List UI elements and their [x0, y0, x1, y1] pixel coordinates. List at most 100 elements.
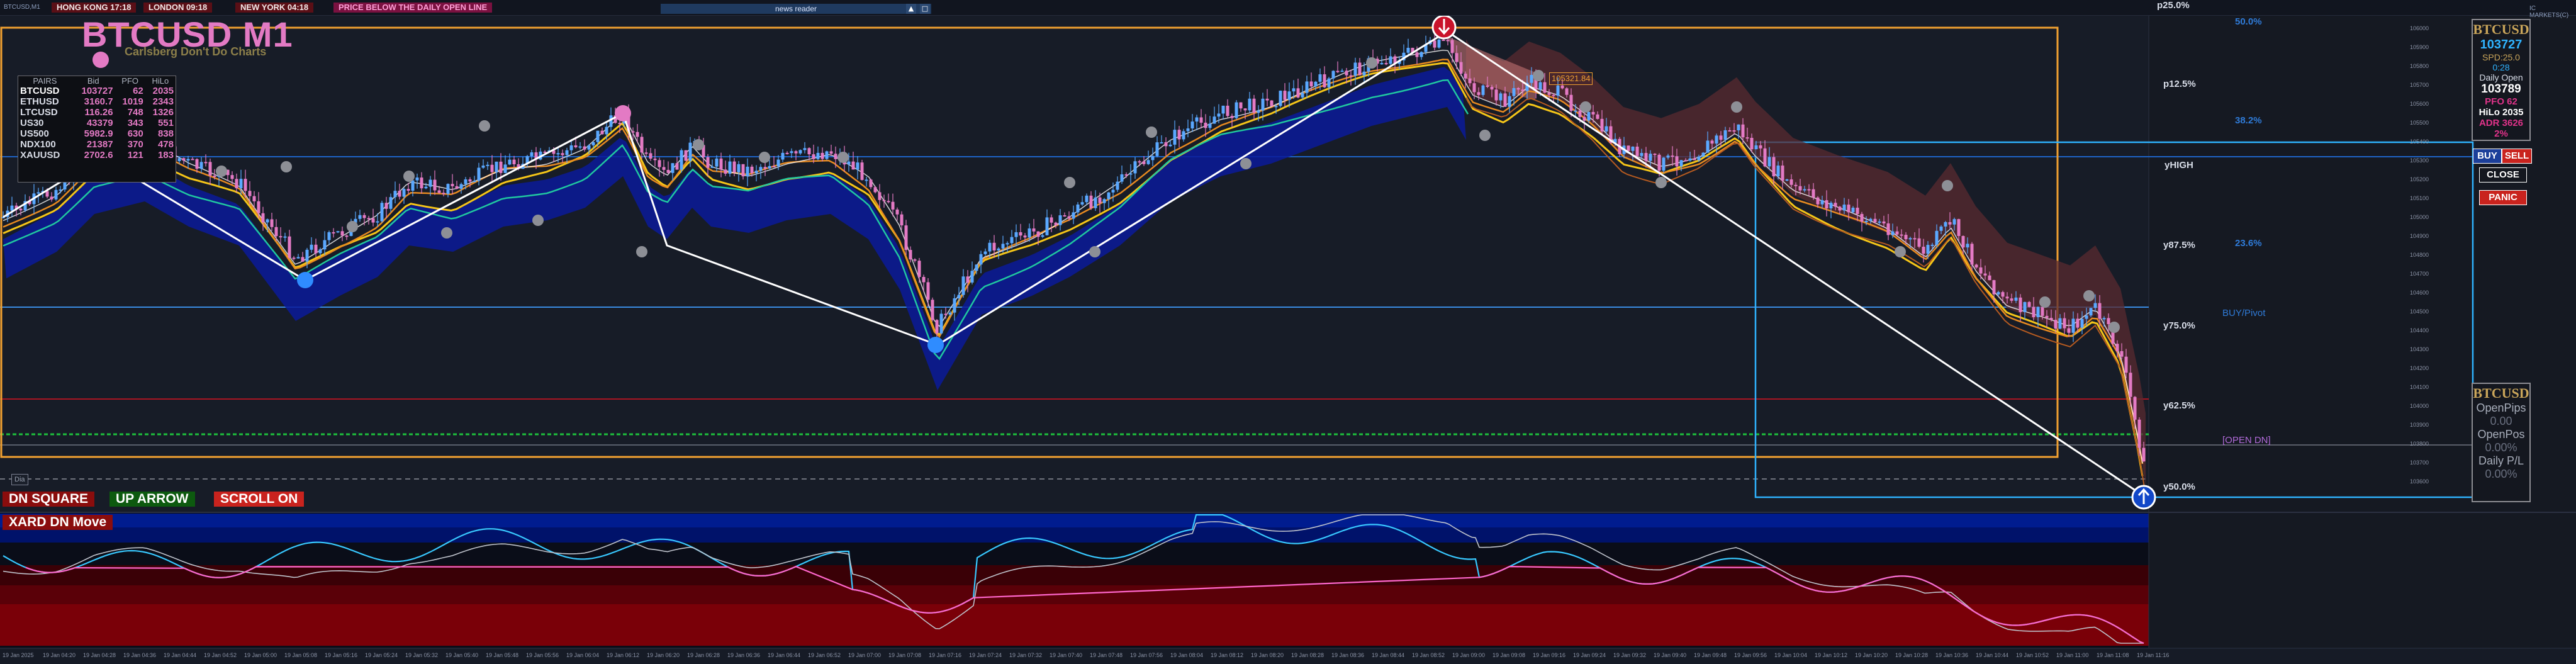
candle-body — [358, 215, 362, 219]
candle-body — [666, 169, 670, 173]
candle-body — [1318, 74, 1322, 82]
buy-button[interactable]: BUY — [2473, 149, 2502, 164]
price-axis-label: 104000 — [2410, 403, 2429, 409]
candle-body — [1728, 130, 1732, 132]
candle-body — [239, 179, 243, 189]
scroll-button[interactable]: SCROLL ON — [214, 492, 305, 507]
swing-dot — [1533, 70, 1544, 81]
candle-body — [785, 152, 789, 154]
up-arrow-button[interactable]: UP ARROW — [109, 492, 195, 507]
candle-body — [1019, 232, 1022, 236]
candle-body — [1107, 192, 1111, 200]
candle-body — [684, 150, 688, 161]
candle-body — [1582, 116, 1586, 121]
candle-body — [420, 177, 423, 189]
candle-body — [1569, 94, 1573, 111]
time-axis-label: 19 Jan 10:28 — [1895, 652, 1928, 658]
candle-body — [1604, 126, 1608, 132]
candle-body — [1754, 145, 1758, 150]
level-y50: y50.0% — [2163, 481, 2195, 492]
time-axis-label: 19 Jan 05:24 — [365, 652, 398, 658]
candle-body — [19, 208, 23, 211]
pairs-cell-bid: 103727 — [81, 86, 113, 96]
swing-dot — [2083, 290, 2095, 301]
window-label: BTCUSD,M1 — [4, 4, 40, 11]
candle-body — [2019, 297, 2022, 312]
news-reader-button[interactable]: news reader — [661, 4, 931, 14]
candle-body — [732, 161, 736, 172]
candle-body — [790, 151, 793, 154]
candle-body — [1767, 157, 1771, 167]
open-pos-value: 0.00% — [2485, 441, 2517, 454]
pairs-header: PFO — [121, 76, 139, 86]
candle-body — [1248, 98, 1252, 111]
candle-body — [1323, 74, 1326, 87]
sell-button[interactable]: SELL — [2502, 149, 2532, 164]
candle-body — [1992, 280, 1996, 295]
panel-adr-pct: 2% — [2494, 128, 2508, 139]
swing-dot — [281, 161, 292, 172]
candle-body — [490, 164, 494, 172]
candle-body — [292, 257, 296, 259]
candle-body — [1226, 105, 1229, 116]
candle-body — [1521, 89, 1525, 91]
candle-body — [1979, 267, 1983, 274]
candle-body — [957, 295, 961, 298]
swing-dot — [479, 120, 490, 132]
price-axis-label: 104900 — [2410, 233, 2429, 239]
price-axis-label: 104300 — [2410, 346, 2429, 352]
price-axis-label: 105900 — [2410, 44, 2429, 50]
pairs-cell-name: US30 — [20, 118, 44, 128]
candle-body — [1111, 189, 1115, 193]
pairs-cell-pfo: 370 — [127, 139, 143, 150]
pairs-cell-hilo: 478 — [157, 139, 174, 150]
candle-body — [2129, 373, 2132, 397]
candle-body — [1028, 228, 1031, 238]
candle-body — [909, 250, 912, 260]
candle-body — [556, 153, 560, 155]
time-axis-label: 19 Jan 06:12 — [607, 652, 639, 658]
candle-body — [979, 254, 983, 265]
candle-body — [1886, 223, 1890, 235]
candle-body — [737, 164, 741, 172]
swing-dot — [1479, 130, 1491, 141]
indicator-title: XARD DN Move — [3, 515, 113, 530]
candle-body — [1750, 138, 1754, 150]
swing-dot — [1240, 158, 1252, 169]
candle-body — [1948, 222, 1952, 225]
dn-square-button[interactable]: DN SQUARE — [3, 492, 95, 507]
candle-body — [1745, 137, 1749, 139]
close-button[interactable]: CLOSE — [2479, 167, 2527, 183]
time-axis-label: 19 Jan 06:36 — [727, 652, 760, 658]
candle-body — [340, 231, 344, 236]
candle-body — [829, 151, 833, 154]
pairs-cell-bid: 116.26 — [84, 107, 113, 118]
price-axis-label: 103600 — [2410, 478, 2429, 485]
candle-body — [1477, 92, 1481, 95]
candle-body — [230, 175, 234, 179]
time-axis-label: 19 Jan 05:00 — [244, 652, 277, 658]
panel-daily-open-label: Daily Open — [2479, 72, 2523, 82]
candle-body — [1798, 186, 1802, 191]
panic-button[interactable]: PANIC — [2479, 190, 2527, 205]
candle-body — [208, 162, 212, 176]
candle-body — [336, 231, 340, 233]
candle-body — [398, 191, 401, 197]
time-axis-label: 19 Jan 2025 — [3, 652, 34, 658]
arrow-up-icon[interactable]: ▲ — [906, 4, 916, 14]
candle-body — [512, 159, 516, 164]
time-axis-label: 19 Jan 08:28 — [1291, 652, 1324, 658]
candle-body — [459, 184, 463, 189]
candle-body — [1671, 155, 1674, 157]
close-icon[interactable]: □ — [920, 4, 930, 14]
candle-body — [816, 152, 820, 159]
time-axis-label: 19 Jan 09:48 — [1694, 652, 1727, 658]
candle-body — [671, 163, 675, 173]
candle-body — [1961, 235, 1965, 248]
candle-body — [1543, 82, 1547, 93]
candle-body — [1820, 200, 1824, 205]
pairs-cell-hilo: 183 — [157, 150, 174, 160]
time-axis-label: 19 Jan 08:44 — [1372, 652, 1404, 658]
pairs-cell-pfo: 1019 — [122, 96, 143, 107]
candle-body — [1094, 197, 1097, 208]
